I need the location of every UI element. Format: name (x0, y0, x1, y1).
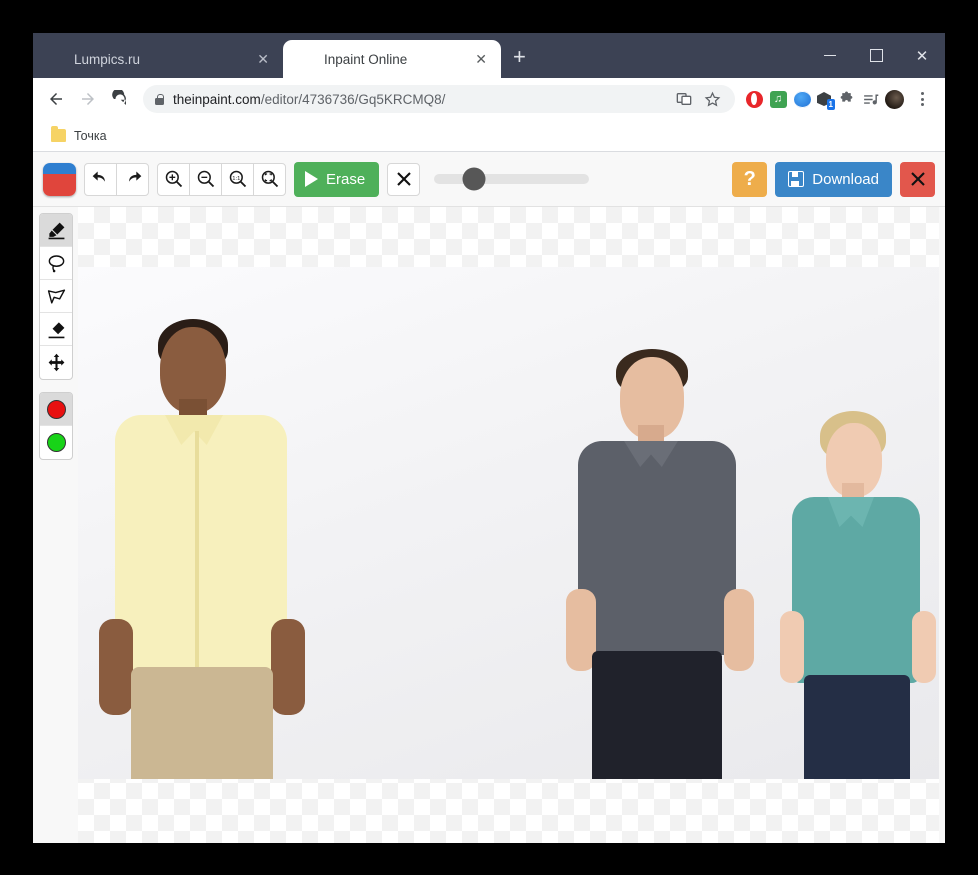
inpaint-logo (43, 162, 76, 196)
marker-tool[interactable] (40, 214, 72, 247)
music-icon[interactable]: ♫ (767, 88, 789, 110)
zoom-button-group: 1:1 (157, 162, 286, 196)
eraser-tool[interactable] (40, 313, 72, 346)
move-tool[interactable] (40, 346, 72, 379)
person-teal-top (778, 411, 938, 779)
history-button-group (84, 162, 149, 196)
tab-title: Lumpics.ru (74, 51, 141, 67)
zoom-in-button[interactable] (157, 162, 190, 196)
three-dots-icon[interactable] (907, 84, 937, 114)
bookmark-folder-tochka[interactable]: Точка (45, 126, 113, 146)
app-toolbar: 1:1 Erase ? Download (33, 152, 945, 207)
screen: Lumpics.ru ✕ Inpaint Online ✕ + ✕ theinp… (0, 0, 978, 875)
download-button[interactable]: Download (775, 161, 892, 197)
person-gray-polo (566, 349, 754, 779)
green-swatch-icon (46, 433, 66, 452)
tab-close-icon[interactable]: ✕ (471, 50, 491, 68)
slider-thumb[interactable] (462, 167, 486, 191)
brush-size-slider[interactable] (434, 167, 590, 191)
box-badge-count: 1 (826, 99, 835, 110)
bookmark-label: Точка (74, 128, 107, 143)
tool-group (39, 213, 73, 380)
redo-button[interactable] (116, 162, 149, 196)
browser-window: Lumpics.ru ✕ Inpaint Online ✕ + ✕ theinp… (33, 33, 945, 843)
tab-lumpics[interactable]: Lumpics.ru ✕ (33, 40, 283, 78)
translate-icon[interactable] (673, 88, 695, 110)
help-button[interactable]: ? (732, 161, 768, 197)
opera-icon[interactable] (743, 88, 765, 110)
canvas-area[interactable]: Photo of three people standing against a… (78, 207, 945, 843)
cancel-button[interactable] (387, 162, 421, 196)
tab-strip: Lumpics.ru ✕ Inpaint Online ✕ + ✕ (33, 33, 945, 78)
window-controls: ✕ (807, 33, 945, 78)
navigation-bar: theinpaint.com/editor/4736736/Gq5KRCMQ8/… (33, 78, 945, 120)
globe-icon[interactable] (791, 88, 813, 110)
maximize-button[interactable] (853, 33, 899, 78)
tab-close-icon[interactable]: ✕ (253, 50, 273, 68)
lasso-tool[interactable] (40, 247, 72, 280)
orange-circle-icon (47, 51, 64, 68)
zoom-fit-button[interactable] (253, 162, 286, 196)
editor-body: Photo of three people standing against a… (33, 207, 945, 843)
lock-icon (155, 93, 165, 105)
color-group (39, 392, 73, 460)
source-photo (78, 267, 939, 779)
address-bar[interactable]: theinpaint.com/editor/4736736/Gq5KRCMQ8/ (143, 85, 735, 113)
zoom-actual-button[interactable]: 1:1 (221, 162, 254, 196)
tool-palette (33, 207, 78, 843)
forward-icon[interactable] (73, 84, 103, 114)
bookmarks-bar: Точка (33, 120, 945, 152)
new-tab-button[interactable]: + (501, 44, 538, 78)
close-editor-button[interactable] (900, 161, 935, 197)
url-host: theinpaint.com (173, 91, 261, 107)
image-canvas[interactable]: Photo of three people standing against a… (78, 207, 939, 843)
svg-text:1:1: 1:1 (232, 176, 240, 182)
zoom-out-button[interactable] (189, 162, 222, 196)
undo-button[interactable] (84, 162, 117, 196)
box-icon[interactable]: 1 (815, 90, 835, 110)
folder-icon (51, 126, 66, 142)
color-green[interactable] (40, 426, 72, 459)
reload-icon[interactable] (105, 84, 135, 114)
red-swatch-icon (46, 399, 66, 419)
erase-label: Erase (326, 170, 366, 188)
playlist-icon[interactable] (859, 88, 881, 110)
polygon-lasso-tool[interactable] (40, 280, 72, 313)
minimize-button[interactable] (807, 33, 853, 78)
tab-inpaint-online[interactable]: Inpaint Online ✕ (283, 40, 501, 78)
person-yellow-shirt (99, 319, 305, 779)
eraser-icon (297, 51, 314, 68)
play-icon (305, 171, 318, 187)
download-label: Download (812, 170, 879, 188)
save-icon (788, 171, 805, 187)
profile-avatar[interactable] (883, 88, 905, 110)
puzzle-icon[interactable] (835, 88, 857, 110)
erase-button[interactable]: Erase (294, 161, 380, 197)
star-icon[interactable] (701, 88, 723, 110)
color-red[interactable] (40, 393, 72, 426)
tab-title: Inpaint Online (324, 51, 408, 67)
url-path: /editor/4736736/Gq5KRCMQ8/ (260, 91, 446, 107)
back-icon[interactable] (41, 84, 71, 114)
close-window-button[interactable]: ✕ (899, 33, 945, 78)
